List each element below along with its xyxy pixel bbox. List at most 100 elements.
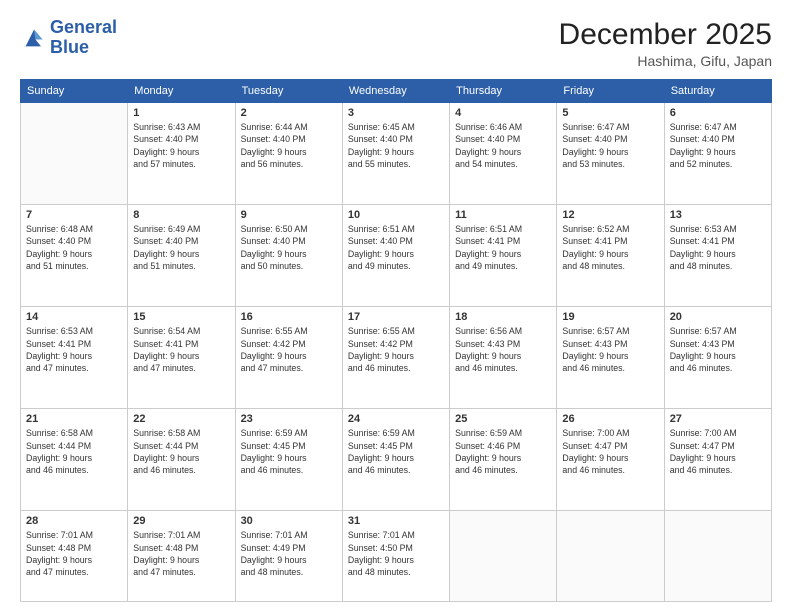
day-info: Sunrise: 7:00 AMSunset: 4:47 PMDaylight:… [562, 427, 658, 476]
day-info: Sunrise: 6:57 AMSunset: 4:43 PMDaylight:… [562, 325, 658, 374]
calendar-week-row: 7Sunrise: 6:48 AMSunset: 4:40 PMDaylight… [21, 205, 772, 307]
day-info: Sunrise: 6:58 AMSunset: 4:44 PMDaylight:… [133, 427, 229, 476]
day-number: 24 [348, 413, 444, 425]
calendar-cell: 30 Sunrise: 7:01 AMSunset: 4:49 PMDayligh… [235, 511, 342, 602]
logo: General Blue [20, 18, 117, 58]
calendar-cell: 22 Sunrise: 6:58 AMSunset: 4:44 PMDayligh… [128, 409, 235, 511]
day-info: Sunrise: 7:00 AMSunset: 4:47 PMDaylight:… [670, 427, 766, 476]
logo-text: General Blue [50, 18, 117, 58]
day-info: Sunrise: 7:01 AMSunset: 4:48 PMDaylight:… [133, 529, 229, 578]
day-info: Sunrise: 6:54 AMSunset: 4:41 PMDaylight:… [133, 325, 229, 374]
calendar-header-row: SundayMondayTuesdayWednesdayThursdayFrid… [21, 80, 772, 103]
day-number: 8 [133, 209, 229, 221]
calendar-cell: 23 Sunrise: 6:59 AMSunset: 4:45 PMDayligh… [235, 409, 342, 511]
day-number: 3 [348, 107, 444, 119]
calendar-day-header: Tuesday [235, 80, 342, 103]
calendar-cell: 28Sunrise: 7:01 AMSunset: 4:48 PMDayligh… [21, 511, 128, 602]
day-info: Sunrise: 6:55 AMSunset: 4:42 PMDaylight:… [348, 325, 444, 374]
day-number: 9 [241, 209, 337, 221]
calendar-cell [664, 511, 771, 602]
day-number: 4 [455, 107, 551, 119]
day-info: Sunrise: 6:53 AMSunset: 4:41 PMDaylight:… [26, 325, 122, 374]
calendar-cell: 13Sunrise: 6:53 AMSunset: 4:41 PMDayligh… [664, 205, 771, 307]
day-info: Sunrise: 6:53 AMSunset: 4:41 PMDaylight:… [670, 223, 766, 272]
logo-line1: General [50, 18, 117, 38]
day-number: 1 [133, 107, 229, 119]
day-info: Sunrise: 6:58 AMSunset: 4:44 PMDaylight:… [26, 427, 122, 476]
calendar-week-row: 28Sunrise: 7:01 AMSunset: 4:48 PMDayligh… [21, 511, 772, 602]
calendar-cell: 2Sunrise: 6:44 AMSunset: 4:40 PMDaylight… [235, 103, 342, 205]
day-number: 29 [133, 515, 229, 527]
day-number: 17 [348, 311, 444, 323]
calendar-day-header: Friday [557, 80, 664, 103]
calendar-week-row: 1 Sunrise: 6:43 AMSunset: 4:40 PMDaylight… [21, 103, 772, 205]
calendar-cell: 3 Sunrise: 6:45 AMSunset: 4:40 PMDaylight… [342, 103, 449, 205]
day-number: 18 [455, 311, 551, 323]
calendar-cell [450, 511, 557, 602]
calendar-cell: 5 Sunrise: 6:47 AMSunset: 4:40 PMDaylight… [557, 103, 664, 205]
calendar-cell: 20Sunrise: 6:57 AMSunset: 4:43 PMDayligh… [664, 307, 771, 409]
calendar-cell: 14 Sunrise: 6:53 AMSunset: 4:41 PMDayligh… [21, 307, 128, 409]
calendar-cell: 6Sunrise: 6:47 AMSunset: 4:40 PMDaylight… [664, 103, 771, 205]
day-info: Sunrise: 6:59 AMSunset: 4:45 PMDaylight:… [241, 427, 337, 476]
calendar-cell: 7Sunrise: 6:48 AMSunset: 4:40 PMDaylight… [21, 205, 128, 307]
day-number: 26 [562, 413, 658, 425]
calendar-table: SundayMondayTuesdayWednesdayThursdayFrid… [20, 79, 772, 602]
calendar-cell: 29 Sunrise: 7:01 AMSunset: 4:48 PMDayligh… [128, 511, 235, 602]
calendar-day-header: Monday [128, 80, 235, 103]
page: General Blue December 2025 Hashima, Gifu… [0, 0, 792, 612]
calendar-day-header: Saturday [664, 80, 771, 103]
calendar-cell: 17 Sunrise: 6:55 AMSunset: 4:42 PMDayligh… [342, 307, 449, 409]
calendar-day-header: Sunday [21, 80, 128, 103]
day-number: 27 [670, 413, 766, 425]
header: General Blue December 2025 Hashima, Gifu… [20, 18, 772, 69]
calendar-cell: 18Sunrise: 6:56 AMSunset: 4:43 PMDayligh… [450, 307, 557, 409]
day-info: Sunrise: 6:47 AMSunset: 4:40 PMDaylight:… [562, 121, 658, 170]
day-number: 14 [26, 311, 122, 323]
day-info: Sunrise: 6:50 AMSunset: 4:40 PMDaylight:… [241, 223, 337, 272]
day-number: 11 [455, 209, 551, 221]
calendar-cell: 19Sunrise: 6:57 AMSunset: 4:43 PMDayligh… [557, 307, 664, 409]
day-info: Sunrise: 7:01 AMSunset: 4:50 PMDaylight:… [348, 529, 444, 578]
day-info: Sunrise: 6:51 AMSunset: 4:41 PMDaylight:… [455, 223, 551, 272]
day-number: 31 [348, 515, 444, 527]
day-info: Sunrise: 6:48 AMSunset: 4:40 PMDaylight:… [26, 223, 122, 272]
day-number: 5 [562, 107, 658, 119]
day-info: Sunrise: 6:45 AMSunset: 4:40 PMDaylight:… [348, 121, 444, 170]
day-info: Sunrise: 6:59 AMSunset: 4:46 PMDaylight:… [455, 427, 551, 476]
day-number: 22 [133, 413, 229, 425]
day-number: 10 [348, 209, 444, 221]
calendar-cell: 27 Sunrise: 7:00 AMSunset: 4:47 PMDayligh… [664, 409, 771, 511]
day-number: 30 [241, 515, 337, 527]
day-info: Sunrise: 6:47 AMSunset: 4:40 PMDaylight:… [670, 121, 766, 170]
day-info: Sunrise: 6:59 AMSunset: 4:45 PMDaylight:… [348, 427, 444, 476]
calendar-cell: 4Sunrise: 6:46 AMSunset: 4:40 PMDaylight… [450, 103, 557, 205]
calendar-cell: 9 Sunrise: 6:50 AMSunset: 4:40 PMDaylight… [235, 205, 342, 307]
day-number: 21 [26, 413, 122, 425]
day-info: Sunrise: 6:57 AMSunset: 4:43 PMDaylight:… [670, 325, 766, 374]
day-info: Sunrise: 7:01 AMSunset: 4:48 PMDaylight:… [26, 529, 122, 578]
location-title: Hashima, Gifu, Japan [559, 53, 772, 69]
day-number: 25 [455, 413, 551, 425]
calendar-cell: 15Sunrise: 6:54 AMSunset: 4:41 PMDayligh… [128, 307, 235, 409]
month-title: December 2025 [559, 18, 772, 51]
logo-icon [20, 24, 48, 52]
day-info: Sunrise: 6:43 AMSunset: 4:40 PMDaylight:… [133, 121, 229, 170]
day-info: Sunrise: 6:44 AMSunset: 4:40 PMDaylight:… [241, 121, 337, 170]
day-info: Sunrise: 7:01 AMSunset: 4:49 PMDaylight:… [241, 529, 337, 578]
day-info: Sunrise: 6:51 AMSunset: 4:40 PMDaylight:… [348, 223, 444, 272]
calendar-cell: 31 Sunrise: 7:01 AMSunset: 4:50 PMDayligh… [342, 511, 449, 602]
day-number: 16 [241, 311, 337, 323]
calendar-week-row: 14 Sunrise: 6:53 AMSunset: 4:41 PMDayligh… [21, 307, 772, 409]
title-block: December 2025 Hashima, Gifu, Japan [559, 18, 772, 69]
calendar-cell: 21 Sunrise: 6:58 AMSunset: 4:44 PMDayligh… [21, 409, 128, 511]
calendar-cell: 8 Sunrise: 6:49 AMSunset: 4:40 PMDaylight… [128, 205, 235, 307]
day-number: 23 [241, 413, 337, 425]
calendar-cell: 11 Sunrise: 6:51 AMSunset: 4:41 PMDayligh… [450, 205, 557, 307]
calendar-day-header: Thursday [450, 80, 557, 103]
day-info: Sunrise: 6:55 AMSunset: 4:42 PMDaylight:… [241, 325, 337, 374]
calendar-cell: 24 Sunrise: 6:59 AMSunset: 4:45 PMDayligh… [342, 409, 449, 511]
calendar-cell [21, 103, 128, 205]
calendar-cell: 1 Sunrise: 6:43 AMSunset: 4:40 PMDaylight… [128, 103, 235, 205]
day-info: Sunrise: 6:49 AMSunset: 4:40 PMDaylight:… [133, 223, 229, 272]
